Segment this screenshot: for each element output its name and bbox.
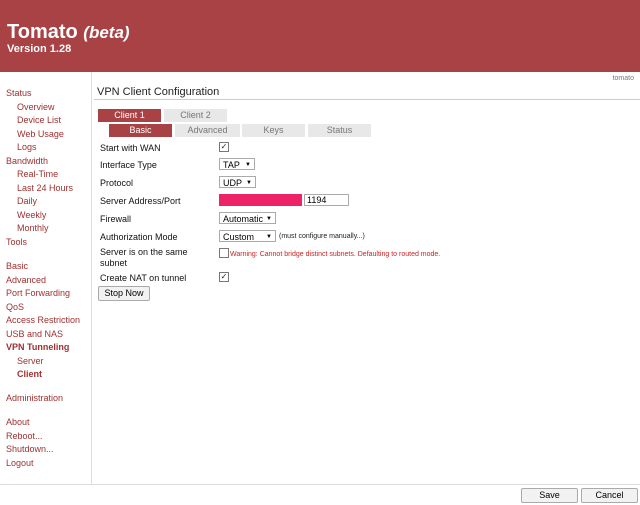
nav-real-time[interactable]: Real-Time	[17, 169, 58, 179]
server-port-input[interactable]: 1194	[304, 194, 349, 206]
stop-now-button[interactable]: Stop Now	[98, 286, 150, 301]
app-title: Tomato (beta)	[7, 21, 130, 43]
title-divider	[94, 99, 640, 100]
chevron-down-icon: ▼	[245, 162, 251, 168]
nav-logs[interactable]: Logs	[17, 142, 37, 152]
nav-usb-nas[interactable]: USB and NAS	[6, 329, 63, 339]
nav-reboot[interactable]: Reboot...	[6, 431, 43, 441]
app-version: Version 1.28	[7, 43, 72, 55]
sidebar-nav: Status Overview Device List Web Usage Lo…	[0, 72, 92, 484]
nav-qos[interactable]: QoS	[6, 302, 24, 312]
server-address-input[interactable]	[219, 194, 302, 206]
interface-type-label: Interface Type	[100, 160, 157, 170]
chevron-down-icon: ▼	[246, 180, 252, 186]
tab-client-2[interactable]: Client 2	[164, 109, 227, 122]
nav-shutdown[interactable]: Shutdown...	[6, 444, 54, 454]
firewall-select[interactable]: Automatic ▼	[219, 212, 276, 224]
authorization-note: (must configure manually...)	[279, 233, 365, 240]
same-subnet-warning: Warning: Cannot bridge distinct subnets.…	[230, 251, 441, 258]
nav-port-forwarding[interactable]: Port Forwarding	[6, 288, 70, 298]
protocol-value: UDP	[223, 178, 243, 188]
nav-bandwidth[interactable]: Bandwidth	[6, 156, 48, 166]
nav-status[interactable]: Status	[6, 88, 32, 98]
chevron-down-icon: ▼	[266, 216, 272, 222]
tab-advanced[interactable]: Advanced	[175, 124, 240, 137]
page-title: VPN Client Configuration	[97, 86, 220, 98]
nav-monthly[interactable]: Monthly	[17, 223, 49, 233]
same-subnet-checkbox[interactable]	[219, 248, 229, 258]
nav-daily[interactable]: Daily	[17, 196, 37, 206]
app-header: Tomato (beta) Version 1.28	[0, 0, 640, 72]
authorization-mode-label: Authorization Mode	[100, 232, 178, 242]
nav-vpn-tunneling[interactable]: VPN Tunneling	[6, 342, 69, 352]
nav-device-list[interactable]: Device List	[17, 115, 61, 125]
nav-access-restriction[interactable]: Access Restriction	[6, 315, 80, 325]
router-name: tomato	[612, 75, 634, 82]
footer-divider	[0, 484, 640, 485]
nav-administration[interactable]: Administration	[6, 393, 63, 403]
nav-logout[interactable]: Logout	[6, 458, 34, 468]
nav-vpn-server[interactable]: Server	[17, 356, 44, 366]
nav-about[interactable]: About	[6, 417, 30, 427]
nav-overview[interactable]: Overview	[17, 102, 55, 112]
nav-last-24-hours[interactable]: Last 24 Hours	[17, 183, 73, 193]
nav-vpn-client[interactable]: Client	[17, 369, 42, 379]
save-button[interactable]: Save	[521, 488, 578, 503]
start-with-wan-checkbox[interactable]: ✓	[219, 142, 229, 152]
nav-basic[interactable]: Basic	[6, 261, 28, 271]
firewall-label: Firewall	[100, 214, 132, 224]
authorization-mode-value: Custom	[223, 232, 255, 242]
nav-advanced[interactable]: Advanced	[6, 275, 46, 285]
create-nat-checkbox[interactable]: ✓	[219, 272, 229, 282]
chevron-down-icon: ▼	[266, 234, 272, 240]
interface-type-select[interactable]: TAP ▼	[219, 158, 255, 170]
start-with-wan-label: Start with WAN	[100, 143, 161, 153]
create-nat-label: Create NAT on tunnel	[100, 273, 187, 283]
checkmark-icon: ✓	[220, 272, 228, 281]
nav-tools[interactable]: Tools	[6, 237, 27, 247]
app-title-suffix: (beta)	[83, 23, 130, 42]
protocol-select[interactable]: UDP ▼	[219, 176, 256, 188]
tab-basic[interactable]: Basic	[109, 124, 172, 137]
tab-keys[interactable]: Keys	[242, 124, 305, 137]
protocol-label: Protocol	[100, 178, 134, 188]
same-subnet-label: Server is on the same subnet	[100, 247, 188, 268]
firewall-value: Automatic	[223, 214, 264, 224]
authorization-mode-select[interactable]: Custom ▼	[219, 230, 276, 242]
cancel-button[interactable]: Cancel	[581, 488, 638, 503]
nav-web-usage[interactable]: Web Usage	[17, 129, 64, 139]
interface-type-value: TAP	[223, 160, 240, 170]
checkmark-icon: ✓	[220, 142, 228, 151]
server-address-label: Server Address/Port	[100, 196, 181, 206]
tab-client-1[interactable]: Client 1	[98, 109, 161, 122]
tab-status[interactable]: Status	[308, 124, 371, 137]
nav-weekly[interactable]: Weekly	[17, 210, 46, 220]
